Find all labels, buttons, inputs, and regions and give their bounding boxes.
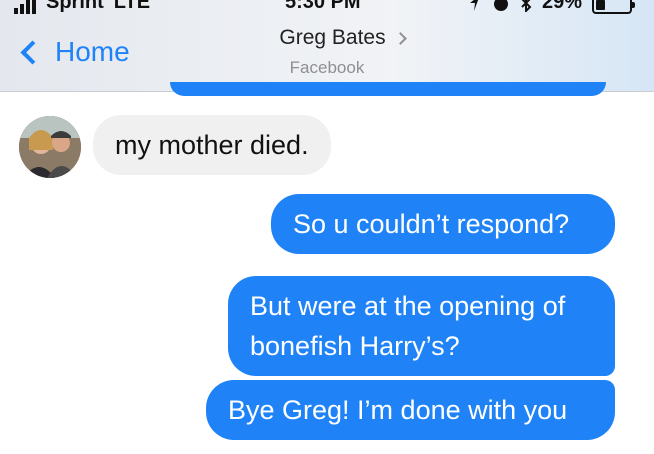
message-bubble-incoming[interactable]: my mother died. — [93, 115, 331, 175]
message-bubble-outgoing[interactable]: So u couldn’t respond? — [271, 194, 615, 254]
carrier-label: Sprint — [46, 0, 104, 13]
battery-icon — [592, 0, 635, 14]
contact-subtitle: Facebook — [289, 58, 365, 77]
status-time: 5:30 PM — [285, 0, 361, 13]
message-line: bonefish Harry’s? — [250, 331, 460, 361]
contact-name: Greg Bates — [279, 26, 386, 49]
battery-percent: 29% — [541, 0, 582, 13]
status-bar: Sprint LTE 5:30 PM 29% — [0, 0, 654, 14]
location-icon — [469, 0, 478, 11]
profile-photo-icon — [19, 116, 81, 178]
battery-level — [596, 0, 605, 10]
previous-message-bubble — [170, 82, 606, 96]
contact-name-row[interactable]: Greg Bates — [279, 26, 407, 50]
status-left: Sprint LTE — [14, 0, 150, 14]
message-line: But were at the opening of — [250, 291, 566, 321]
conversation-header[interactable]: Greg Bates Facebook — [0, 26, 654, 78]
status-right: 29% — [468, 0, 635, 14]
message-bubble-outgoing[interactable]: But were at the opening of bonefish Harr… — [228, 276, 615, 376]
alarm-icon — [493, 0, 508, 11]
avatar[interactable] — [19, 116, 81, 178]
navigation-bar: Sprint LTE 5:30 PM 29% Home Greg Bates F… — [0, 0, 654, 92]
network-label: LTE — [113, 0, 151, 13]
chevron-right-icon — [393, 31, 407, 45]
signal-strength-icon — [14, 0, 36, 14]
message-bubble-outgoing[interactable]: Bye Greg! I’m done with you — [206, 380, 615, 440]
bluetooth-icon — [521, 0, 532, 12]
